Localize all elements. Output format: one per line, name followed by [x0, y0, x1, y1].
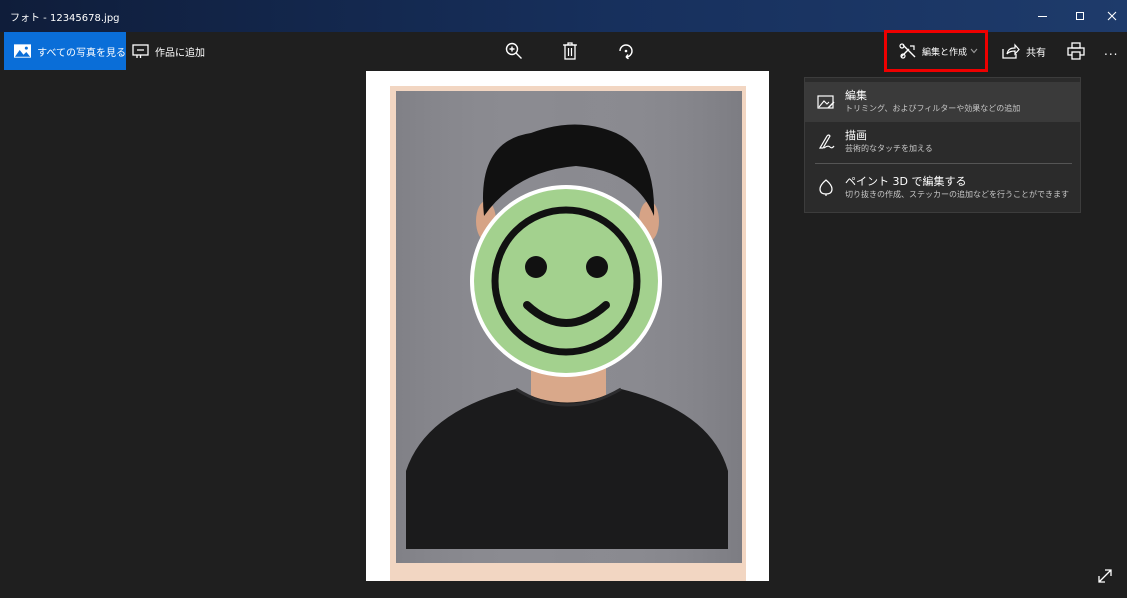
- print-button[interactable]: [1066, 41, 1086, 61]
- rotate-button[interactable]: [616, 41, 636, 61]
- paint3d-icon: [819, 179, 833, 196]
- more-options-button[interactable]: ...: [1104, 44, 1118, 58]
- minimize-icon: [1037, 15, 1047, 17]
- zoom-in-button[interactable]: [504, 41, 524, 61]
- rotate-icon: [619, 44, 633, 60]
- edit-and-create-label: 編集と作成: [922, 47, 968, 58]
- edit-and-create-button[interactable]: 編集と作成: [884, 30, 988, 72]
- menu-item-title: 描画: [845, 129, 867, 142]
- see-all-photos-button[interactable]: すべての写真を見る: [4, 32, 126, 70]
- maximize-button[interactable]: [1068, 6, 1092, 26]
- share-button[interactable]: 共有: [1002, 32, 1046, 70]
- menu-item-title: 編集: [845, 89, 867, 102]
- expand-icon: [1098, 569, 1112, 583]
- zoom-in-icon: [505, 42, 522, 59]
- maximize-icon: [1076, 12, 1084, 20]
- photos-app-window: フォト - 12345678.jpg すべての写真を見る 作品に追加 共有 ..…: [0, 0, 1127, 598]
- share-icon: [1002, 43, 1020, 59]
- title-bar: フォト - 12345678.jpg: [0, 0, 1127, 32]
- menu-item-description: 切り抜きの作成、ステッカーの追加などを行うことができます: [845, 190, 1069, 199]
- menu-item-description: トリミング、およびフィルターや効果などの追加: [845, 104, 1021, 113]
- menu-item-draw[interactable]: 描画 芸術的なタッチを加える: [805, 122, 1080, 162]
- chevron-down-icon: [970, 48, 978, 54]
- minimize-button[interactable]: [1030, 6, 1054, 26]
- photos-icon: [14, 44, 32, 58]
- close-button[interactable]: [1100, 6, 1124, 26]
- menu-item-title: ペイント 3D で編集する: [845, 175, 967, 188]
- menu-item-paint3d-text: ペイント 3D で編集する 切り抜きの作成、ステッカーの追加などを行うことができ…: [845, 175, 1069, 201]
- add-to-creation-icon: [132, 43, 149, 58]
- edit-image-icon: [817, 95, 835, 109]
- delete-icon: [563, 42, 577, 60]
- menu-item-paint3d[interactable]: ペイント 3D で編集する 切り抜きの作成、ステッカーの追加などを行うことができ…: [805, 168, 1080, 208]
- edit-create-menu: 編集 トリミング、およびフィルターや効果などの追加 描画 芸術的なタッチを加える…: [804, 77, 1081, 213]
- menu-item-edit[interactable]: 編集 トリミング、およびフィルターや効果などの追加: [805, 82, 1080, 122]
- menu-divider: [815, 163, 1072, 164]
- share-label: 共有: [1026, 47, 1046, 59]
- photo-image: [390, 86, 746, 581]
- close-icon: [1107, 11, 1117, 21]
- fullscreen-button[interactable]: [1096, 567, 1114, 585]
- edit-create-icon: [899, 43, 916, 59]
- draw-icon: [818, 134, 835, 149]
- add-to-creation-label: 作品に追加: [155, 47, 205, 59]
- menu-item-description: 芸術的なタッチを加える: [845, 144, 933, 153]
- print-icon: [1067, 42, 1085, 60]
- photo-canvas[interactable]: [366, 71, 769, 581]
- window-title: フォト - 12345678.jpg: [10, 13, 120, 24]
- delete-button[interactable]: [560, 41, 580, 61]
- menu-item-edit-text: 編集 トリミング、およびフィルターや効果などの追加: [845, 89, 1020, 115]
- menu-item-draw-text: 描画 芸術的なタッチを加える: [845, 129, 933, 155]
- add-to-creation-button[interactable]: 作品に追加: [132, 32, 205, 70]
- see-all-photos-label: すべての写真を見る: [37, 47, 126, 59]
